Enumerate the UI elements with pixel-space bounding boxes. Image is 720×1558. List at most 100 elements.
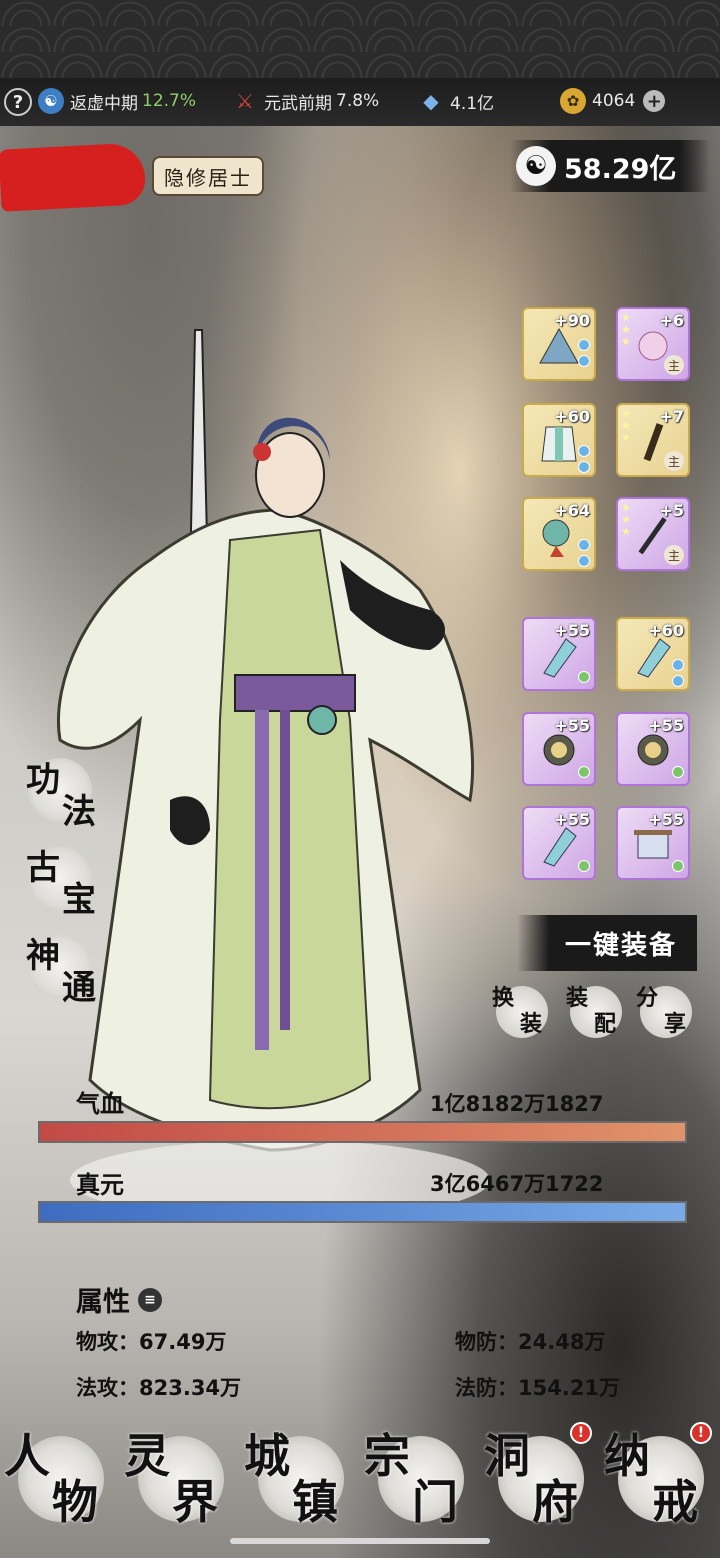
gem-icon bbox=[578, 671, 590, 683]
magic-defense: 法防：154.21万 bbox=[455, 1376, 621, 1400]
nav-character[interactable]: 人 物 bbox=[0, 1418, 118, 1538]
menu-label: 古 bbox=[26, 848, 60, 888]
nav-label: 灵 bbox=[124, 1429, 170, 1483]
notification-badge: ! bbox=[570, 1422, 592, 1444]
main-equip-badge: 主 bbox=[664, 545, 684, 565]
main-equip-badge: 主 bbox=[664, 355, 684, 375]
nav-label: 纳 bbox=[604, 1429, 650, 1483]
crystal-resource[interactable]: ◆ 4.1亿 bbox=[418, 88, 494, 114]
nav-label: 洞 bbox=[484, 1429, 530, 1483]
equipment-slot[interactable]: +55 bbox=[522, 617, 596, 691]
martial-progress[interactable]: ⚔ 元武前期 7.8% bbox=[232, 88, 379, 114]
nav-label: 界 bbox=[172, 1475, 218, 1529]
currency-amount: 4064 bbox=[592, 91, 636, 111]
hp-value: 1亿8182万1827 bbox=[430, 1092, 604, 1116]
physical-defense: 物防：24.48万 bbox=[455, 1330, 606, 1354]
loadout-button[interactable]: 装 配 bbox=[566, 980, 628, 1040]
equipment-slot[interactable]: +90 bbox=[522, 307, 596, 381]
enhance-level: +6 bbox=[659, 311, 684, 330]
mp-bar bbox=[38, 1201, 687, 1223]
equipment-slot[interactable]: +55 bbox=[616, 806, 690, 880]
equipment-slot[interactable]: ★ ★ ★ +5 主 bbox=[616, 497, 690, 571]
equipment-slot[interactable]: +60 bbox=[616, 617, 690, 691]
realm-progress[interactable]: ☯ 返虚中期 12.7% bbox=[38, 88, 196, 114]
equipment-slot[interactable]: +55 bbox=[522, 806, 596, 880]
nav-spirit-realm[interactable]: 灵 界 bbox=[120, 1418, 238, 1538]
nav-label: 人 bbox=[4, 1429, 50, 1483]
gem-icon bbox=[578, 445, 590, 457]
add-currency-button[interactable]: + bbox=[643, 90, 666, 112]
enhance-level: +55 bbox=[554, 716, 590, 735]
equipment-slot[interactable]: +64 bbox=[522, 497, 596, 571]
button-label: 装 bbox=[520, 1011, 543, 1037]
player-title-plate[interactable]: 隐修居士 bbox=[152, 156, 264, 196]
gem-icon bbox=[578, 461, 590, 473]
notification-badge: ! bbox=[690, 1422, 712, 1444]
martial-label: 元武前期 bbox=[264, 93, 332, 114]
gem-icon bbox=[672, 675, 684, 687]
help-button[interactable]: ? bbox=[4, 88, 32, 116]
enhance-level: +55 bbox=[648, 810, 684, 829]
button-label: 分 bbox=[636, 985, 659, 1011]
martial-percent: 7.8% bbox=[336, 91, 380, 111]
equipment-slot[interactable]: +55 bbox=[616, 712, 690, 786]
hp-bar bbox=[38, 1121, 687, 1143]
enhance-level: +60 bbox=[554, 407, 590, 426]
button-label: 装 bbox=[566, 985, 589, 1011]
menu-treasures[interactable]: 古 宝 bbox=[26, 840, 106, 920]
header-pattern bbox=[0, 0, 720, 78]
nav-storage-ring[interactable]: 纳 戒 ! bbox=[600, 1418, 718, 1538]
one-key-equip-button[interactable]: 一键装备 bbox=[517, 915, 697, 971]
gem-icon bbox=[578, 766, 590, 778]
yin-yang-icon: ☯ bbox=[38, 88, 64, 114]
share-button[interactable]: 分 享 bbox=[636, 980, 698, 1040]
gem-icon bbox=[578, 539, 590, 551]
yin-yang-icon: ☯ bbox=[516, 146, 556, 186]
equipment-slot[interactable]: ★ ★ ★ +6 主 bbox=[616, 307, 690, 381]
nav-cave-dwelling[interactable]: 洞 府 ! bbox=[480, 1418, 598, 1538]
equipment-slot[interactable]: +55 bbox=[522, 712, 596, 786]
gem-icon bbox=[672, 860, 684, 872]
sword-icon: ⚔ bbox=[236, 89, 254, 113]
menu-abilities[interactable]: 神 通 bbox=[26, 928, 106, 1008]
swap-outfit-button[interactable]: 换 装 bbox=[492, 980, 554, 1040]
combat-power-value: 58.29亿 bbox=[564, 153, 677, 185]
realm-percent: 12.7% bbox=[142, 91, 197, 111]
mp-label: 真元 bbox=[76, 1171, 124, 1199]
resource-bar: ? ☯ 返虚中期 12.7% ⚔ 元武前期 7.8% ◆ 4.1亿 ✿ 4064… bbox=[0, 78, 720, 126]
nav-label: 府 bbox=[532, 1475, 578, 1529]
crystal-amount: 4.1亿 bbox=[450, 93, 495, 114]
menu-label: 通 bbox=[62, 968, 96, 1008]
gem-icon bbox=[578, 555, 590, 567]
menu-label: 宝 bbox=[62, 880, 96, 920]
physical-attack: 物攻：67.49万 bbox=[76, 1330, 227, 1354]
spirit-coin-icon: ✿ bbox=[560, 88, 586, 114]
list-icon[interactable]: ≡ bbox=[138, 1287, 162, 1312]
button-label: 享 bbox=[664, 1011, 687, 1037]
nav-label: 镇 bbox=[292, 1475, 338, 1529]
mp-bar-fill bbox=[40, 1203, 685, 1221]
realm-label: 返虚中期 bbox=[70, 93, 138, 114]
equipment-slot[interactable]: +60 bbox=[522, 403, 596, 477]
menu-label: 神 bbox=[26, 936, 60, 976]
combat-power: ☯ 58.29亿 bbox=[510, 140, 710, 192]
nav-town[interactable]: 城 镇 bbox=[240, 1418, 358, 1538]
gem-icon bbox=[578, 339, 590, 351]
enhance-level: +5 bbox=[659, 501, 684, 520]
nav-label: 物 bbox=[52, 1475, 98, 1529]
nav-label: 城 bbox=[244, 1429, 290, 1483]
enhance-level: +55 bbox=[554, 621, 590, 640]
nav-sect[interactable]: 宗 门 bbox=[360, 1418, 478, 1538]
attributes-title: 属性 bbox=[76, 1287, 130, 1318]
redacted-player-name bbox=[0, 142, 147, 212]
menu-skills[interactable]: 功 法 bbox=[26, 752, 106, 832]
gem-icon bbox=[672, 766, 684, 778]
equipment-slot[interactable]: ★ ★ ★ +7 主 bbox=[616, 403, 690, 477]
gem-icon bbox=[672, 659, 684, 671]
main-equip-badge: 主 bbox=[664, 451, 684, 471]
gem-icon bbox=[578, 355, 590, 367]
enhance-level: +7 bbox=[659, 407, 684, 426]
nav-label: 宗 bbox=[364, 1429, 410, 1483]
button-label: 配 bbox=[594, 1011, 617, 1037]
home-indicator[interactable] bbox=[230, 1538, 490, 1544]
